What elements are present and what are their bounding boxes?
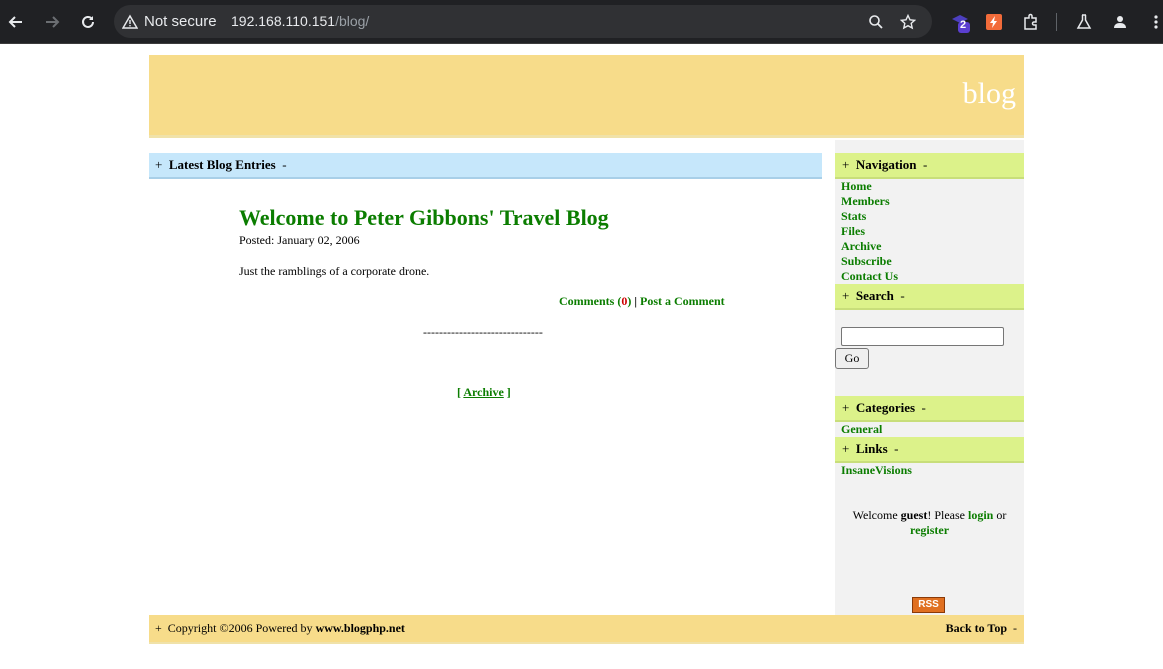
expand-icon[interactable]: + xyxy=(155,157,162,172)
nav-members[interactable]: Members xyxy=(841,194,898,209)
search-input[interactable] xyxy=(841,327,1004,346)
welcome-message: Welcome guest! Please login or register xyxy=(852,508,1007,537)
collapse-icon[interactable]: - xyxy=(900,288,904,303)
expand-icon[interactable]: + xyxy=(842,441,849,456)
collapse-icon[interactable]: - xyxy=(922,400,926,415)
extensions-puzzle-icon[interactable] xyxy=(1019,10,1043,34)
link-insanevisions[interactable]: InsaneVisions xyxy=(841,463,912,478)
entry-divider: ------------------------------ xyxy=(423,325,543,339)
security-label: Not secure xyxy=(144,13,217,30)
url-host: 192.168.110.151 xyxy=(231,13,336,29)
links-heading: Links xyxy=(855,441,888,456)
links-heading-bar: + Links - xyxy=(835,437,1024,463)
nav-archive[interactable]: Archive xyxy=(841,239,898,254)
search-go-button[interactable]: Go xyxy=(835,348,869,369)
menu-kebab-icon[interactable] xyxy=(1144,10,1163,34)
blogphp-link[interactable]: www.blogphp.net xyxy=(316,621,405,635)
extension-icon[interactable]: 2 xyxy=(948,10,972,34)
meta-separator: | xyxy=(634,294,637,308)
navigation-heading: Navigation xyxy=(855,157,917,172)
back-to-top-link[interactable]: Back to Top xyxy=(946,621,1007,635)
reload-icon[interactable] xyxy=(76,10,100,34)
categories-heading: Categories xyxy=(855,400,916,415)
comments-link[interactable]: Comments xyxy=(559,294,614,308)
navigation-list: Home Members Stats Files Archive Subscri… xyxy=(841,179,898,284)
warning-icon xyxy=(122,14,138,29)
welcome-user: guest xyxy=(900,508,928,522)
entry-title: Welcome to Peter Gibbons' Travel Blog xyxy=(239,205,609,230)
browser-toolbar: Not secure 192.168.110.151/blog/ 2 xyxy=(0,0,1163,44)
archive-link[interactable]: Archive xyxy=(463,385,503,399)
nav-stats[interactable]: Stats xyxy=(841,209,898,224)
collapse-icon[interactable]: - xyxy=(894,441,898,456)
categories-list: General xyxy=(841,422,882,437)
latest-entries-bar: + Latest Blog Entries - xyxy=(149,153,822,179)
copyright: + Copyright ©2006 Powered by www.blogphp… xyxy=(155,621,405,635)
login-link[interactable]: login xyxy=(968,508,993,522)
forward-icon[interactable] xyxy=(40,10,64,34)
expand-icon[interactable]: + xyxy=(842,400,849,415)
profile-icon[interactable] xyxy=(1108,10,1132,34)
back-to-top: Back to Top - xyxy=(946,621,1017,636)
categories-heading-bar: + Categories - xyxy=(835,396,1024,422)
nav-contact-us[interactable]: Contact Us xyxy=(841,269,898,284)
blog-entry: Welcome to Peter Gibbons' Travel Blog Po… xyxy=(239,205,732,308)
latest-entries-label: Latest Blog Entries xyxy=(168,157,276,172)
footer-bar: + Copyright ©2006 Powered by www.blogphp… xyxy=(149,615,1024,644)
nav-home[interactable]: Home xyxy=(841,179,898,194)
search-heading-bar: + Search - xyxy=(835,284,1024,310)
entry-body: Just the ramblings of a corporate drone. xyxy=(239,264,430,278)
security-indicator[interactable]: Not secure xyxy=(122,5,217,38)
collapse-icon[interactable]: - xyxy=(923,157,927,172)
blog-header: blog xyxy=(149,55,1024,138)
labs-flask-icon[interactable] xyxy=(1072,10,1096,34)
toolbar-divider xyxy=(1056,13,1057,31)
url-path: /blog/ xyxy=(335,13,370,29)
register-link[interactable]: register xyxy=(910,523,949,537)
rss-icon[interactable]: RSS xyxy=(912,597,945,613)
nav-subscribe[interactable]: Subscribe xyxy=(841,254,898,269)
category-general[interactable]: General xyxy=(841,422,882,437)
collapse-icon[interactable]: - xyxy=(282,157,286,172)
extension-badge: 2 xyxy=(960,19,967,31)
expand-icon[interactable]: + xyxy=(842,288,849,303)
search-heading: Search xyxy=(855,288,894,303)
archive-bracket-link: [ Archive ] xyxy=(457,385,511,399)
navigation-heading-bar: + Navigation - xyxy=(835,153,1024,179)
entry-date: Posted: January 02, 2006 xyxy=(239,233,360,247)
url-text[interactable]: 192.168.110.151/blog/ xyxy=(231,5,369,38)
links-list: InsaneVisions xyxy=(841,463,912,478)
lightning-extension-icon[interactable] xyxy=(982,10,1006,34)
bookmark-star-icon[interactable] xyxy=(897,11,919,33)
sidebar: + Navigation - Home Members Stats Files … xyxy=(835,140,1024,615)
nav-files[interactable]: Files xyxy=(841,224,898,239)
collapse-icon[interactable]: - xyxy=(1013,621,1017,635)
entry-meta: Comments (0) | Post a Comment xyxy=(559,294,725,308)
expand-icon[interactable]: + xyxy=(155,621,162,635)
blog-title: blog xyxy=(962,77,1016,110)
zoom-icon[interactable] xyxy=(865,11,887,33)
post-comment-link[interactable]: Post a Comment xyxy=(640,294,725,308)
address-bar[interactable]: Not secure 192.168.110.151/blog/ xyxy=(114,5,932,38)
expand-icon[interactable]: + xyxy=(842,157,849,172)
back-icon[interactable] xyxy=(4,10,28,34)
